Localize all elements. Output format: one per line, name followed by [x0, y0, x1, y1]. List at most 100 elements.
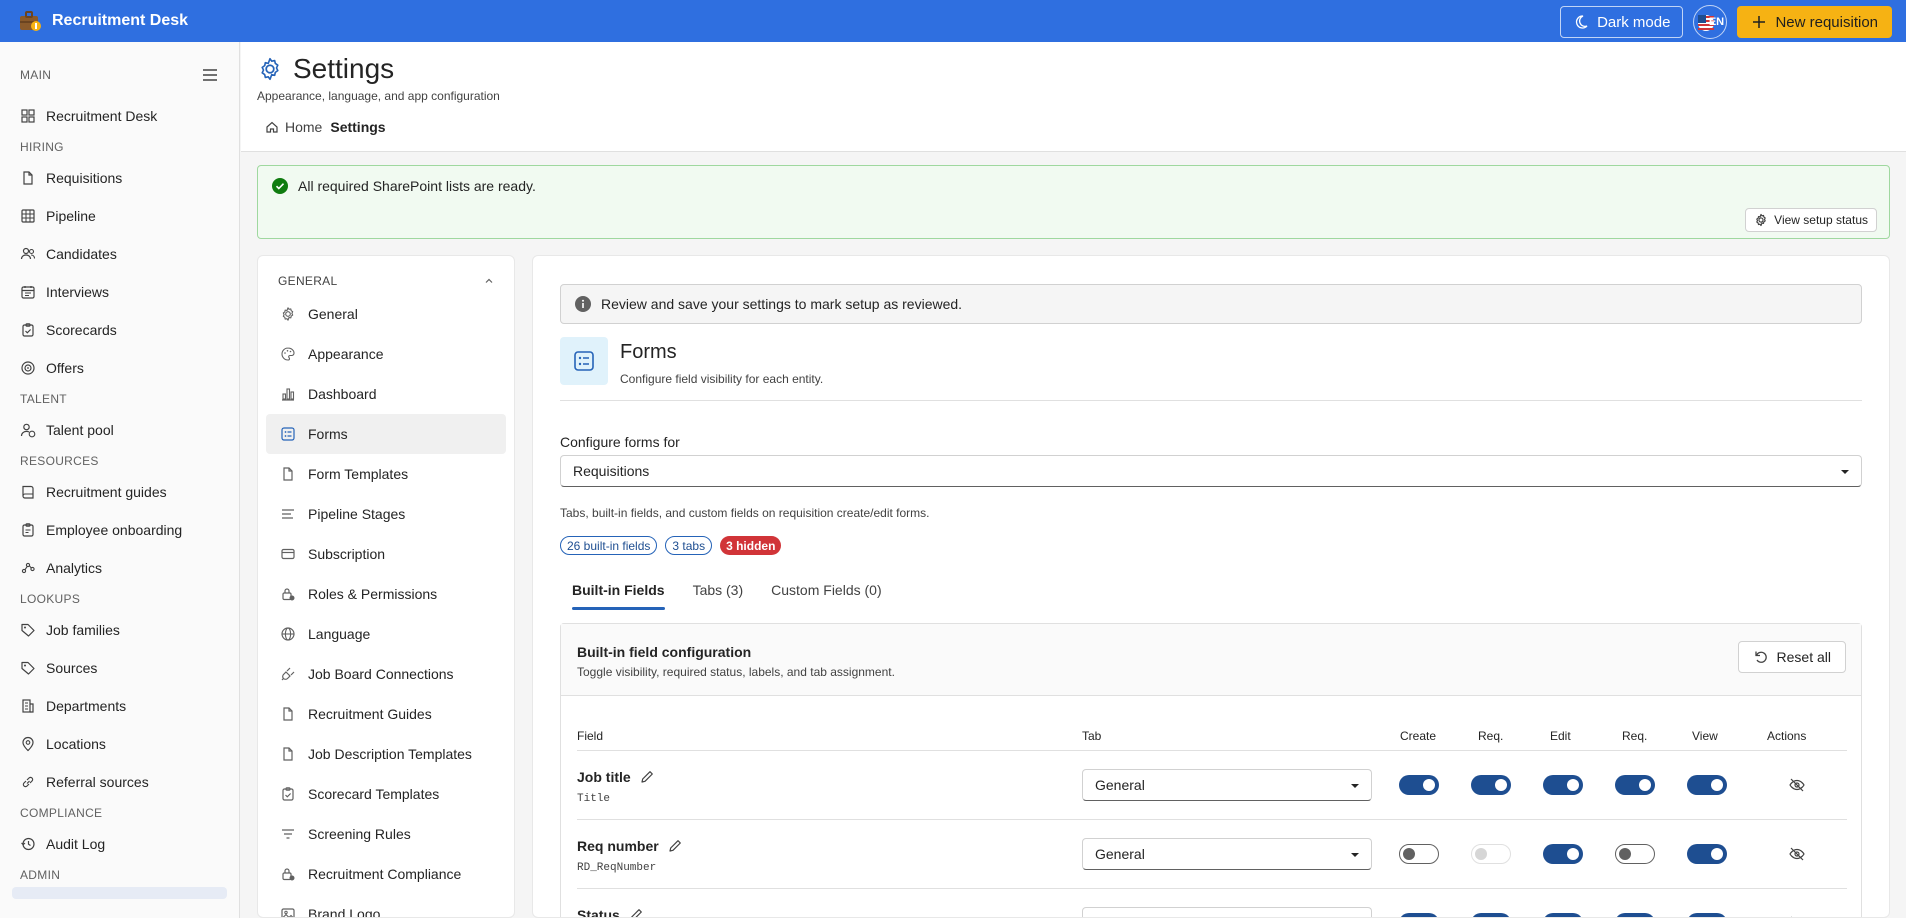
- dashboard-icon: [280, 386, 296, 402]
- toggle-view[interactable]: [1687, 913, 1727, 917]
- settings-nav-item-form-templates[interactable]: Form Templates: [266, 454, 506, 494]
- field-tab-select[interactable]: General: [1082, 907, 1372, 917]
- sidebar-item-candidates[interactable]: Candidates: [0, 235, 239, 273]
- clipboard-check-icon: [280, 786, 296, 802]
- pencil-icon[interactable]: [639, 769, 655, 785]
- sidebar-item-audit-log[interactable]: Audit Log: [0, 825, 239, 863]
- eye-off-icon[interactable]: [1788, 914, 1806, 918]
- card-header: Built-in field configuration Toggle visi…: [561, 624, 1861, 696]
- breadcrumb-home[interactable]: Home: [265, 119, 322, 135]
- sidebar: MAIN Recruitment Desk HIRING Requisitions P…: [0, 42, 240, 918]
- settings-nav-item-brand-logo[interactable]: Brand Logo: [266, 894, 506, 918]
- sidebar-item-departments[interactable]: Departments: [0, 687, 239, 725]
- forms-tabs: Built-in Fields Tabs (3) Custom Fields (…: [560, 572, 894, 610]
- toggle-create[interactable]: [1399, 775, 1439, 795]
- settings-nav-item-roles-and-permissions[interactable]: Roles & Permissions: [266, 574, 506, 614]
- toggle-edit[interactable]: [1543, 913, 1583, 917]
- settings-nav-item-recruitment-guides[interactable]: Recruitment Guides: [266, 694, 506, 734]
- sidebar-item-label: Recruitment guides: [46, 484, 167, 500]
- sidebar-item-recruitment-guides[interactable]: Recruitment guides: [0, 473, 239, 511]
- settings-nav-item-appearance[interactable]: Appearance: [266, 334, 506, 374]
- sidebar-item-referral-sources[interactable]: Referral sources: [0, 763, 239, 801]
- check-circle-icon: [272, 178, 288, 194]
- toggle-create[interactable]: [1399, 913, 1439, 917]
- banner-message: All required SharePoint lists are ready.: [298, 178, 536, 194]
- sidebar-item-employee-onboarding[interactable]: Employee onboarding: [0, 511, 239, 549]
- settings-nav-item-job-board-connections[interactable]: Job Board Connections: [266, 654, 506, 694]
- sidebar-item-offers[interactable]: Offers: [0, 349, 239, 387]
- settings-nav-item-pipeline-stages[interactable]: Pipeline Stages: [266, 494, 506, 534]
- brand[interactable]: Recruitment Desk: [0, 9, 188, 33]
- sidebar-item-job-families[interactable]: Job families: [0, 611, 239, 649]
- tag-icon: [20, 660, 36, 676]
- toggle-req2[interactable]: [1615, 913, 1655, 917]
- configure-forms-value: Requisitions: [573, 463, 650, 479]
- sidebar-item-label: Job families: [46, 622, 120, 638]
- book-icon: [20, 484, 36, 500]
- settings-nav-item-language[interactable]: Language: [266, 614, 506, 654]
- settings-nav-item-dashboard[interactable]: Dashboard: [266, 374, 506, 414]
- sidebar-item-interviews[interactable]: Interviews: [0, 273, 239, 311]
- language-button[interactable]: EN: [1693, 5, 1728, 39]
- image-icon: [280, 906, 296, 917]
- tabs-badge: 3 tabs: [665, 536, 713, 555]
- sidebar-item-pipeline[interactable]: Pipeline: [0, 197, 239, 235]
- field-tab-select[interactable]: General: [1082, 769, 1372, 801]
- toggle-create[interactable]: [1399, 844, 1439, 864]
- dark-mode-button[interactable]: Dark mode: [1560, 6, 1684, 38]
- settings-nav-item-job-description-templates[interactable]: Job Description Templates: [266, 734, 506, 774]
- eye-off-icon[interactable]: [1788, 776, 1806, 794]
- toggle-req1[interactable]: [1471, 913, 1511, 917]
- col-edit: Edit: [1550, 729, 1571, 743]
- settings-nav-section-label: GENERAL: [278, 274, 338, 288]
- target-icon: [20, 360, 36, 376]
- pencil-icon[interactable]: [628, 907, 644, 918]
- sidebar-item-recruitment-desk[interactable]: Recruitment Desk: [0, 97, 239, 135]
- tab-tabs[interactable]: Tabs (3): [681, 572, 756, 608]
- tab-custom-fields[interactable]: Custom Fields (0): [759, 572, 893, 608]
- new-requisition-button[interactable]: New requisition: [1737, 6, 1892, 38]
- sidebar-item-analytics[interactable]: Analytics: [0, 549, 239, 587]
- sidebar-item-talent-pool[interactable]: Talent pool: [0, 411, 239, 449]
- breadcrumb-home-label: Home: [285, 119, 323, 135]
- settings-nav-item-label: General: [308, 306, 358, 322]
- hidden-badge: 3 hidden: [720, 536, 782, 555]
- settings-nav-item-general[interactable]: General: [266, 294, 506, 334]
- settings-nav-item-label: Brand Logo: [308, 906, 381, 918]
- sidebar-section-admin: ADMIN: [20, 868, 61, 882]
- settings-nav-item-screening-rules[interactable]: Screening Rules: [266, 814, 506, 854]
- settings-nav-item-forms[interactable]: Forms: [266, 414, 506, 454]
- toggle-view[interactable]: [1687, 844, 1727, 864]
- settings-nav-item-label: Recruitment Guides: [308, 706, 432, 722]
- tab-built-in-fields[interactable]: Built-in Fields: [560, 572, 677, 610]
- settings-nav-item-recruitment-compliance[interactable]: Recruitment Compliance: [266, 854, 506, 894]
- toggle-req2[interactable]: [1615, 844, 1655, 864]
- sidebar-item-sources[interactable]: Sources: [0, 649, 239, 687]
- toggle-edit[interactable]: [1543, 844, 1583, 864]
- settings-nav-section[interactable]: GENERAL: [258, 271, 514, 291]
- field-tab-select[interactable]: General: [1082, 838, 1372, 870]
- toggle-edit[interactable]: [1543, 775, 1583, 795]
- toggle-req1: [1471, 844, 1511, 864]
- view-setup-status-button[interactable]: View setup status: [1745, 208, 1877, 232]
- sidebar-item-requisitions[interactable]: Requisitions: [0, 159, 239, 197]
- settings-nav-item-subscription[interactable]: Subscription: [266, 534, 506, 574]
- reset-all-button[interactable]: Reset all: [1737, 641, 1846, 673]
- hamburger-icon[interactable]: [201, 66, 219, 84]
- sidebar-section-hiring: HIRING: [20, 140, 64, 154]
- sidebar-item-scorecards[interactable]: Scorecards: [0, 311, 239, 349]
- breadcrumb-current: Settings: [330, 119, 386, 135]
- pencil-icon[interactable]: [667, 838, 683, 854]
- toggle-req2[interactable]: [1615, 775, 1655, 795]
- toggle-req1[interactable]: [1471, 775, 1511, 795]
- page-title: Settings: [293, 53, 395, 84]
- filter-icon: [280, 826, 296, 842]
- settings-nav-item-scorecard-templates[interactable]: Scorecard Templates: [266, 774, 506, 814]
- configure-forms-select[interactable]: Requisitions: [560, 455, 1862, 487]
- toggle-view[interactable]: [1687, 775, 1727, 795]
- plug-icon: [280, 666, 296, 682]
- eye-off-icon[interactable]: [1788, 845, 1806, 863]
- document-icon: [20, 170, 36, 186]
- sidebar-item-locations[interactable]: Locations: [0, 725, 239, 763]
- chevron-down-icon: [1841, 470, 1849, 474]
